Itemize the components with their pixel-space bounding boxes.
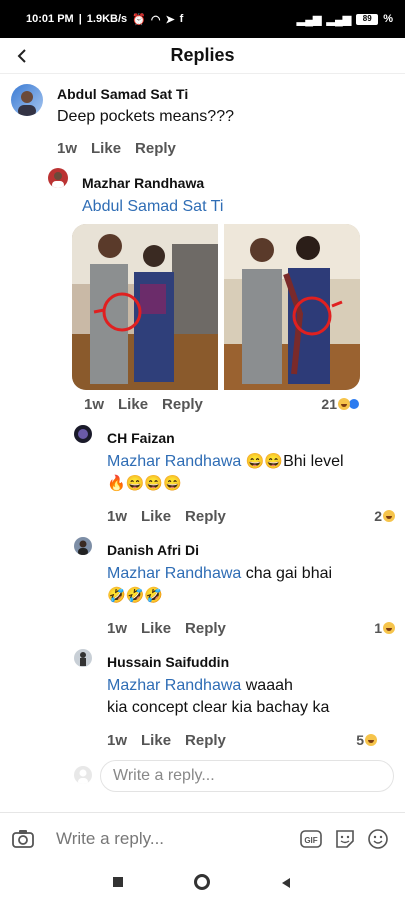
comment-actions: 1w Like Reply <box>107 508 226 525</box>
back-nav-button[interactable] <box>280 876 292 894</box>
emoji-icon[interactable] <box>367 828 389 855</box>
comment-time: 1w <box>84 396 105 413</box>
comment-text: Mazhar Randhawa waaah <box>107 677 293 694</box>
like-button[interactable]: Like <box>141 508 171 525</box>
comment-actions: 1w Like Reply <box>107 732 226 749</box>
header: Replies <box>0 38 405 74</box>
my-avatar <box>74 766 92 784</box>
comment-mention[interactable]: Abdul Samad Sat Ti <box>82 195 223 219</box>
comment-author[interactable]: CH Faizan <box>107 430 175 446</box>
fire-emoji-icon: 🔥 <box>107 475 126 492</box>
battery-percent: % <box>383 13 393 25</box>
comment-mention[interactable]: Mazhar Randhawa <box>107 677 241 694</box>
haha-reaction-icon <box>338 398 350 410</box>
comment-author[interactable]: Abdul Samad Sat Ti <box>57 86 188 102</box>
signal-icon-2: ▂▄▆ <box>326 13 352 26</box>
like-button[interactable]: Like <box>118 396 148 413</box>
send-icon: ➤ <box>165 13 175 26</box>
comment-actions: 1w Like Reply <box>57 140 176 157</box>
bottom-reply-bar: Write a reply... GIF <box>0 812 405 868</box>
comment-actions: 1w Like Reply <box>107 620 226 637</box>
svg-text:GIF: GIF <box>304 836 317 845</box>
reply-button[interactable]: Reply <box>135 140 176 157</box>
reply-button[interactable]: Reply <box>185 508 226 525</box>
comment-photo[interactable] <box>72 224 360 390</box>
like-button[interactable]: Like <box>141 620 171 637</box>
reaction-count[interactable]: 21 <box>321 396 360 412</box>
reaction-count[interactable]: 5 <box>356 732 377 748</box>
page-title: Replies <box>170 45 235 65</box>
notification-icon: ◠ <box>150 13 161 26</box>
facebook-icon: f <box>179 13 184 25</box>
recents-button[interactable] <box>113 877 123 887</box>
comment-text-line2: kia concept clear kia bachay ka <box>107 699 330 716</box>
comment-time: 1w <box>107 508 128 525</box>
comment-time: 1w <box>107 732 128 749</box>
avatar[interactable] <box>74 425 92 443</box>
reply-button[interactable]: Reply <box>185 620 226 637</box>
battery-icon: 89 <box>356 13 379 25</box>
signal-icon: ▂▄▆ <box>296 13 322 26</box>
reaction-count[interactable]: 2 <box>374 508 395 524</box>
camera-icon[interactable] <box>12 829 34 854</box>
comment-author[interactable]: Mazhar Randhawa <box>82 175 204 191</box>
haha-reaction-icon <box>383 622 395 634</box>
comment-author[interactable]: Hussain Saifuddin <box>107 654 229 670</box>
gif-icon[interactable]: GIF <box>300 829 322 854</box>
back-button[interactable] <box>8 42 36 70</box>
laughing-emoji-icon: 😄😄😄 <box>125 475 182 492</box>
status-bar: 10:01 PM | 1.9KB/s ⏰ ◠ ➤ f ▂▄▆ ▂▄▆ 89 % <box>0 0 405 38</box>
comment-mention[interactable]: Mazhar Randhawa <box>107 453 241 470</box>
alarm-icon: ⏰ <box>132 13 146 26</box>
like-button[interactable]: Like <box>141 732 171 749</box>
comment-actions: 1w Like Reply <box>84 396 203 413</box>
avatar[interactable] <box>48 168 68 188</box>
haha-reaction-icon <box>365 734 377 746</box>
comment-author[interactable]: Danish Afri Di <box>107 542 199 558</box>
laughing-emoji-icon: 😄😄 <box>245 453 284 470</box>
reaction-count[interactable]: 1 <box>374 620 395 636</box>
comment-emoji-line: 🔥😄😄😄 <box>107 472 182 496</box>
comment-time: 1w <box>57 140 78 157</box>
status-speed: 1.9KB/s <box>86 13 128 25</box>
sticker-icon[interactable] <box>334 828 356 855</box>
home-button[interactable] <box>194 874 210 890</box>
reply-button[interactable]: Reply <box>162 396 203 413</box>
system-nav-bar <box>0 868 405 900</box>
like-button[interactable]: Like <box>91 140 121 157</box>
comment-text: Mazhar Randhawa 😄😄Bhi level <box>107 453 344 470</box>
comment-mention[interactable]: Mazhar Randhawa <box>107 565 241 582</box>
comment-text: Mazhar Randhawa cha gai bhai <box>107 565 333 582</box>
avatar[interactable] <box>74 649 92 667</box>
replies-screen: Replies Abdul Samad Sat Ti Deep pockets … <box>0 38 405 900</box>
photo-image <box>72 224 360 390</box>
status-time: 10:01 PM <box>26 13 74 25</box>
comment-time: 1w <box>107 620 128 637</box>
reply-input[interactable]: Write a reply... <box>56 829 164 849</box>
rofl-emoji-icon: 🤣🤣🤣 <box>107 587 164 604</box>
haha-reaction-icon <box>383 510 395 522</box>
comment-emoji-line: 🤣🤣🤣 <box>107 584 163 608</box>
avatar[interactable] <box>11 84 43 116</box>
comment-text: Deep pockets means??? <box>57 108 234 125</box>
chevron-left-icon <box>17 49 26 63</box>
reply-button[interactable]: Reply <box>185 732 226 749</box>
avatar[interactable] <box>74 537 92 555</box>
inline-reply-input[interactable]: Write a reply... <box>100 760 394 792</box>
